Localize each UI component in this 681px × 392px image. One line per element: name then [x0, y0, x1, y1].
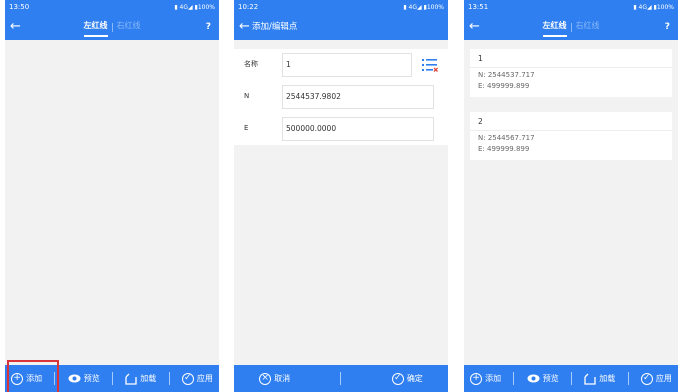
divider	[340, 372, 342, 385]
app-bar: ← 添加/编辑点	[234, 14, 448, 40]
divider	[513, 372, 515, 385]
status-bar: 13:50 ▮ 4G◢ ▮100%	[5, 0, 219, 14]
help-button[interactable]: ?	[665, 20, 670, 34]
tab-right-red-line[interactable]: 右红线	[572, 14, 604, 40]
status-indicators: ▮ 4G◢ ▮100%	[633, 3, 674, 11]
bottom-action-bar: × 取消 ✓ 确定	[234, 365, 448, 392]
confirm-label: 确定	[406, 374, 423, 383]
back-arrow-icon[interactable]: ←	[239, 18, 250, 36]
bottom-action-bar: + 添加 预览 加载 ✓ 应用	[464, 365, 678, 392]
screen-red-line-list: 13:51 ▮ 4G◢ ▮100% ← 左红线 右红线 ? 1 N: 25445…	[464, 0, 678, 392]
plus-circle-icon: +	[470, 372, 483, 385]
divider	[168, 372, 170, 385]
n-coordinate-input[interactable]: 2544537.9802	[282, 85, 434, 109]
point-n-coordinate: N: 2544567.717	[478, 134, 535, 142]
page-title: 添加/编辑点	[252, 22, 298, 32]
divider	[627, 372, 629, 385]
app-bar: ← 左红线 右红线 ?	[464, 14, 678, 40]
point-name: 1	[478, 54, 483, 63]
status-bar: 10:22 ▮ 4G◢ ▮100%	[234, 0, 448, 14]
check-circle-icon: ✓	[640, 372, 653, 385]
red-line-tabs: 左红线 右红线	[464, 14, 678, 40]
e-label: E	[244, 124, 249, 132]
apply-button[interactable]: ✓ 应用	[181, 365, 213, 392]
point-name: 2	[478, 117, 483, 126]
preview-label: 预览	[83, 374, 100, 383]
tab-left-red-line[interactable]: 左红线	[539, 14, 571, 40]
status-bar: 13:51 ▮ 4G◢ ▮100%	[464, 0, 678, 14]
screen-red-line-list-empty: 13:50 ▮ 4G◢ ▮100% ← 左红线 右红线 ? + 添加 预览 加载…	[5, 0, 219, 392]
cancel-button[interactable]: × 取消	[259, 365, 290, 392]
eye-icon	[68, 374, 81, 383]
n-label: N	[244, 92, 250, 100]
divider	[470, 67, 672, 68]
point-card[interactable]: 2 N: 2544567.717 E: 499999.899	[470, 112, 672, 160]
divider	[111, 372, 113, 385]
apply-label: 应用	[655, 374, 672, 383]
point-n-coordinate: N: 2544537.717	[478, 71, 535, 79]
red-line-tabs: 左红线 右红线	[5, 14, 219, 40]
form-row-name: 名称 1	[234, 49, 448, 81]
confirm-button[interactable]: ✓ 确定	[391, 365, 423, 392]
status-indicators: ▮ 4G◢ ▮100%	[403, 3, 444, 11]
check-circle-icon: ✓	[181, 372, 194, 385]
point-list-icon[interactable]	[422, 58, 438, 72]
tab-right-red-line[interactable]: 右红线	[113, 14, 145, 40]
name-label: 名称	[244, 60, 258, 68]
preview-button[interactable]: 预览	[527, 365, 559, 392]
add-label: 添加	[485, 374, 502, 383]
load-button[interactable]: 加载	[125, 365, 156, 392]
import-icon	[125, 373, 137, 385]
load-label: 加载	[140, 374, 157, 383]
close-circle-icon: ×	[259, 372, 272, 385]
screen-add-edit-point: 10:22 ▮ 4G◢ ▮100% ← 添加/编辑点 名称 1 N 254453…	[234, 0, 448, 392]
form-row-e: E 500000.0000	[234, 113, 448, 145]
apply-label: 应用	[196, 374, 213, 383]
status-time: 10:22	[238, 3, 259, 11]
load-button[interactable]: 加载	[584, 365, 615, 392]
add-button[interactable]: + 添加	[470, 365, 501, 392]
bottom-action-bar: + 添加 预览 加载 ✓ 应用	[5, 360, 219, 392]
status-time: 13:51	[468, 3, 489, 11]
preview-button[interactable]: 预览	[68, 365, 100, 392]
cancel-label: 取消	[274, 374, 291, 383]
divider	[470, 130, 672, 131]
name-input[interactable]: 1	[282, 53, 412, 77]
status-time: 13:50	[9, 3, 30, 11]
add-button[interactable]: + 添加	[7, 360, 60, 392]
app-bar: ← 左红线 右红线 ?	[5, 14, 219, 40]
status-indicators: ▮ 4G◢ ▮100%	[174, 3, 215, 11]
e-coordinate-input[interactable]: 500000.0000	[282, 117, 434, 141]
form-row-n: N 2544537.9802	[234, 81, 448, 113]
preview-label: 预览	[542, 374, 559, 383]
point-e-coordinate: E: 499999.899	[478, 82, 530, 90]
load-label: 加载	[599, 374, 616, 383]
help-button[interactable]: ?	[206, 20, 211, 34]
tab-left-red-line[interactable]: 左红线	[80, 14, 112, 40]
import-icon	[584, 373, 596, 385]
highlight-box	[7, 360, 60, 392]
check-circle-icon: ✓	[391, 372, 404, 385]
divider	[570, 372, 572, 385]
point-card[interactable]: 1 N: 2544537.717 E: 499999.899	[470, 49, 672, 97]
eye-icon	[527, 374, 540, 383]
apply-button[interactable]: ✓ 应用	[640, 365, 672, 392]
point-e-coordinate: E: 499999.899	[478, 145, 530, 153]
